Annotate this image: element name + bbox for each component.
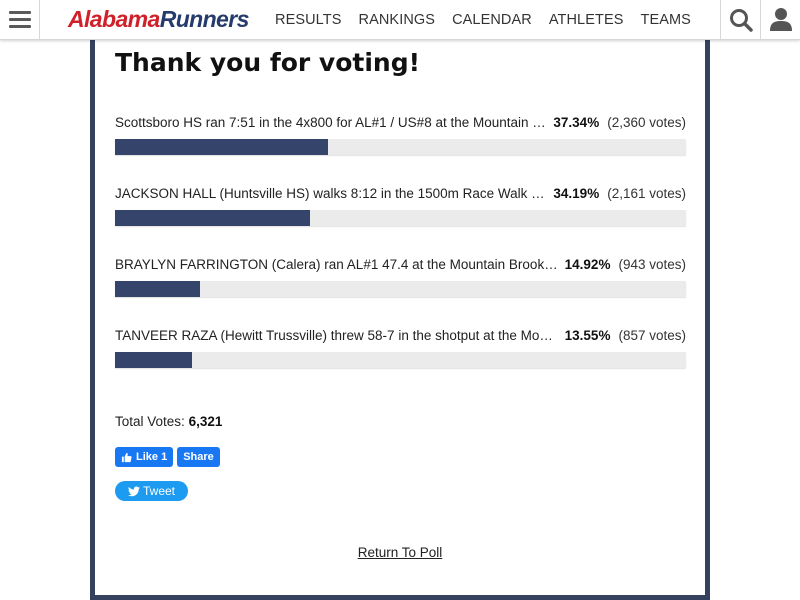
answer-text: Scottsboro HS ran 7:51 in the 4x800 for … bbox=[115, 115, 547, 130]
answer-percent: 14.92% bbox=[564, 257, 611, 272]
nav-link-rankings[interactable]: RANKINGS bbox=[359, 0, 436, 40]
facebook-share-label: Share bbox=[183, 451, 214, 463]
result-bar-track bbox=[115, 139, 686, 155]
poll-answer: JACKSON HALL (Huntsville HS) walks 8:12 … bbox=[115, 184, 686, 226]
result-bar-fill bbox=[115, 352, 193, 368]
tweet-label: Tweet bbox=[142, 484, 175, 498]
facebook-like-label: Like 1 bbox=[136, 451, 168, 463]
logo-text-runners: Runners bbox=[159, 6, 250, 32]
poll-results-box bbox=[90, 20, 710, 600]
site-logo[interactable]: AlabamaRunners bbox=[68, 5, 249, 33]
facebook-buttons: Like 1 Share bbox=[115, 447, 224, 467]
search-button[interactable] bbox=[720, 0, 760, 40]
nav-link-teams[interactable]: TEAMS bbox=[641, 0, 691, 40]
answer-text: JACKSON HALL (Huntsville HS) walks 8:12 … bbox=[115, 186, 547, 201]
result-bar-track bbox=[115, 281, 686, 297]
answer-percent: 37.34% bbox=[553, 115, 600, 130]
user-account-button[interactable] bbox=[760, 0, 800, 40]
nav-link-results[interactable]: RESULTS bbox=[275, 0, 342, 40]
answer-percent: 34.19% bbox=[553, 186, 600, 201]
answer-votes: (857 votes) bbox=[618, 328, 686, 343]
answer-percent: 13.55% bbox=[564, 328, 611, 343]
facebook-share-button[interactable]: Share bbox=[177, 447, 220, 467]
result-bar-fill bbox=[115, 210, 311, 226]
answer-text: BRAYLYN FARRINGTON (Calera) ran AL#1 47.… bbox=[115, 257, 559, 272]
result-bar-fill bbox=[115, 139, 329, 155]
user-icon bbox=[770, 8, 792, 31]
total-votes: Total Votes: 6,321 bbox=[115, 414, 222, 429]
logo-text-alabama: Alabama bbox=[68, 6, 160, 32]
main-nav: RESULTS RANKINGS CALENDAR ATHLETES TEAMS bbox=[275, 0, 708, 40]
poll-answer: Scottsboro HS ran 7:51 in the 4x800 for … bbox=[115, 113, 686, 155]
nav-link-calendar[interactable]: CALENDAR bbox=[452, 0, 532, 40]
facebook-like-button[interactable]: Like 1 bbox=[115, 447, 174, 467]
twitter-bird-icon bbox=[127, 486, 140, 496]
thumbs-up-icon bbox=[121, 452, 132, 462]
search-icon bbox=[730, 9, 753, 32]
answer-votes: (2,161 votes) bbox=[607, 186, 686, 201]
poll-answer: BRAYLYN FARRINGTON (Calera) ran AL#1 47.… bbox=[115, 255, 686, 297]
return-to-poll-link[interactable]: Return To Poll bbox=[358, 545, 443, 560]
poll-title: Thank you for voting! bbox=[115, 48, 420, 77]
total-votes-value: 6,321 bbox=[188, 414, 223, 429]
total-votes-label: Total Votes: bbox=[115, 414, 185, 429]
result-bar-track bbox=[115, 352, 686, 368]
tweet-button[interactable]: Tweet bbox=[115, 481, 188, 501]
top-navigation-bar: AlabamaRunners RESULTS RANKINGS CALENDAR… bbox=[0, 0, 800, 40]
poll-answer: TANVEER RAZA (Hewitt Trussville) threw 5… bbox=[115, 326, 686, 368]
result-bar-track bbox=[115, 210, 686, 226]
answer-votes: (2,360 votes) bbox=[607, 115, 686, 130]
nav-link-athletes[interactable]: ATHLETES bbox=[549, 0, 624, 40]
return-link-container: Return To Poll bbox=[0, 544, 800, 562]
hamburger-menu-icon[interactable] bbox=[0, 0, 40, 40]
answer-votes: (943 votes) bbox=[618, 257, 686, 272]
result-bar-fill bbox=[115, 281, 201, 297]
answer-text: TANVEER RAZA (Hewitt Trussville) threw 5… bbox=[115, 328, 559, 343]
